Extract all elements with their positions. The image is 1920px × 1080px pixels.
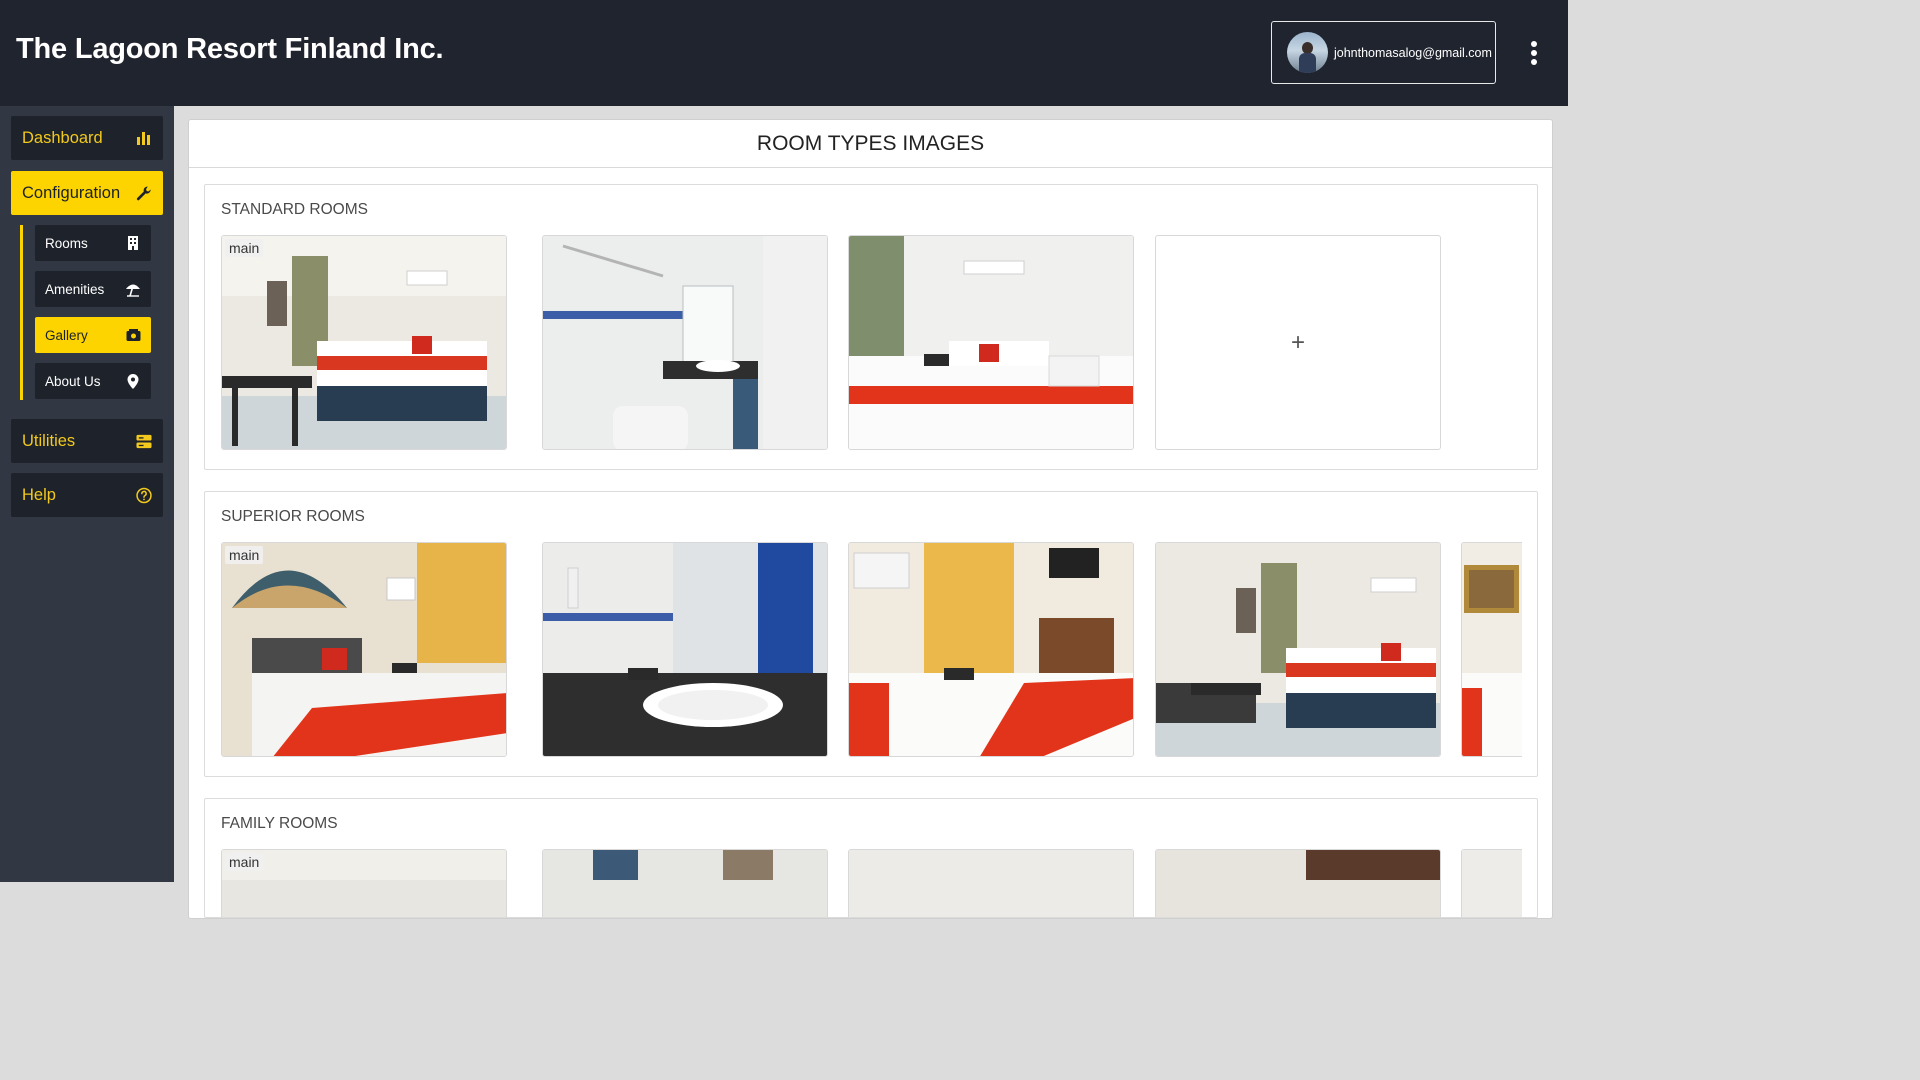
- gallery-icon: [125, 327, 141, 343]
- map-pin-icon: [125, 373, 141, 389]
- room-image-thumbnail[interactable]: [1461, 542, 1522, 757]
- room-image-thumbnail[interactable]: [1461, 849, 1522, 917]
- sidebar: Dashboard Configuration Rooms Amenities …: [0, 106, 174, 882]
- main-image-tag: main: [225, 546, 264, 564]
- room-image-thumbnail[interactable]: main: [221, 235, 507, 450]
- sidebar-subitem-amenities[interactable]: Amenities: [35, 271, 151, 307]
- beach-umbrella-icon: [125, 281, 141, 297]
- image-gallery: main: [221, 849, 1522, 917]
- top-bar: The Lagoon Resort Finland Inc. johnthoma…: [0, 0, 1568, 106]
- sidebar-item-utilities[interactable]: Utilities: [11, 419, 163, 463]
- room-image-thumbnail[interactable]: main: [221, 542, 507, 757]
- storage-icon: [136, 433, 152, 449]
- room-image-thumbnail[interactable]: [848, 542, 1134, 757]
- room-image-thumbnail[interactable]: [848, 849, 1134, 917]
- user-account-chip[interactable]: johnthomasalog@gmail.com: [1271, 21, 1496, 84]
- building-icon: [125, 235, 141, 251]
- app-title: The Lagoon Resort Finland Inc.: [16, 33, 444, 65]
- room-image-thumbnail[interactable]: main: [221, 849, 507, 917]
- sidebar-item-label: Help: [22, 485, 56, 504]
- room-image-thumbnail[interactable]: [848, 235, 1134, 450]
- user-avatar: [1287, 32, 1328, 73]
- sidebar-subitem-rooms[interactable]: Rooms: [35, 225, 151, 261]
- sidebar-subitem-gallery[interactable]: Gallery: [35, 317, 151, 353]
- section-title: FAMILY ROOMS: [221, 815, 338, 832]
- section-standard-rooms: STANDARD ROOMS main +: [204, 184, 1538, 470]
- room-image-thumbnail[interactable]: [542, 542, 828, 757]
- sidebar-subitem-label: About Us: [45, 373, 101, 389]
- sidebar-subitem-label: Rooms: [45, 235, 88, 251]
- add-image-button[interactable]: +: [1155, 235, 1441, 450]
- sidebar-subitem-label: Gallery: [45, 327, 88, 343]
- room-image-thumbnail[interactable]: [542, 849, 828, 917]
- room-image-thumbnail[interactable]: [542, 235, 828, 450]
- help-circle-icon: [136, 487, 152, 503]
- section-title: SUPERIOR ROOMS: [221, 508, 365, 525]
- sidebar-item-configuration[interactable]: Configuration: [11, 171, 163, 215]
- sidebar-subitem-about-us[interactable]: About Us: [35, 363, 151, 399]
- image-gallery: main: [221, 235, 1522, 450]
- room-image-thumbnail[interactable]: [1155, 542, 1441, 757]
- submenu-rail: [20, 225, 23, 400]
- room-image-thumbnail[interactable]: [1155, 849, 1441, 917]
- sidebar-item-label: Configuration: [22, 183, 121, 202]
- section-superior-rooms: SUPERIOR ROOMS main: [204, 491, 1538, 777]
- sidebar-item-dashboard[interactable]: Dashboard: [11, 116, 163, 160]
- sidebar-subitem-label: Amenities: [45, 281, 105, 297]
- sidebar-item-label: Dashboard: [22, 128, 103, 147]
- page-title: ROOM TYPES IMAGES: [189, 120, 1552, 168]
- sidebar-item-help[interactable]: Help: [11, 473, 163, 517]
- more-options-icon[interactable]: [1523, 38, 1545, 68]
- main-image-tag: main: [225, 239, 264, 257]
- image-gallery: main: [221, 542, 1522, 757]
- section-title: STANDARD ROOMS: [221, 201, 368, 218]
- section-family-rooms: FAMILY ROOMS main: [204, 798, 1538, 918]
- wrench-icon: [136, 185, 152, 201]
- user-email: johnthomasalog@gmail.com: [1334, 45, 1492, 60]
- sidebar-item-label: Utilities: [22, 431, 76, 450]
- bar-chart-icon: [136, 130, 152, 146]
- main-image-tag: main: [225, 853, 264, 871]
